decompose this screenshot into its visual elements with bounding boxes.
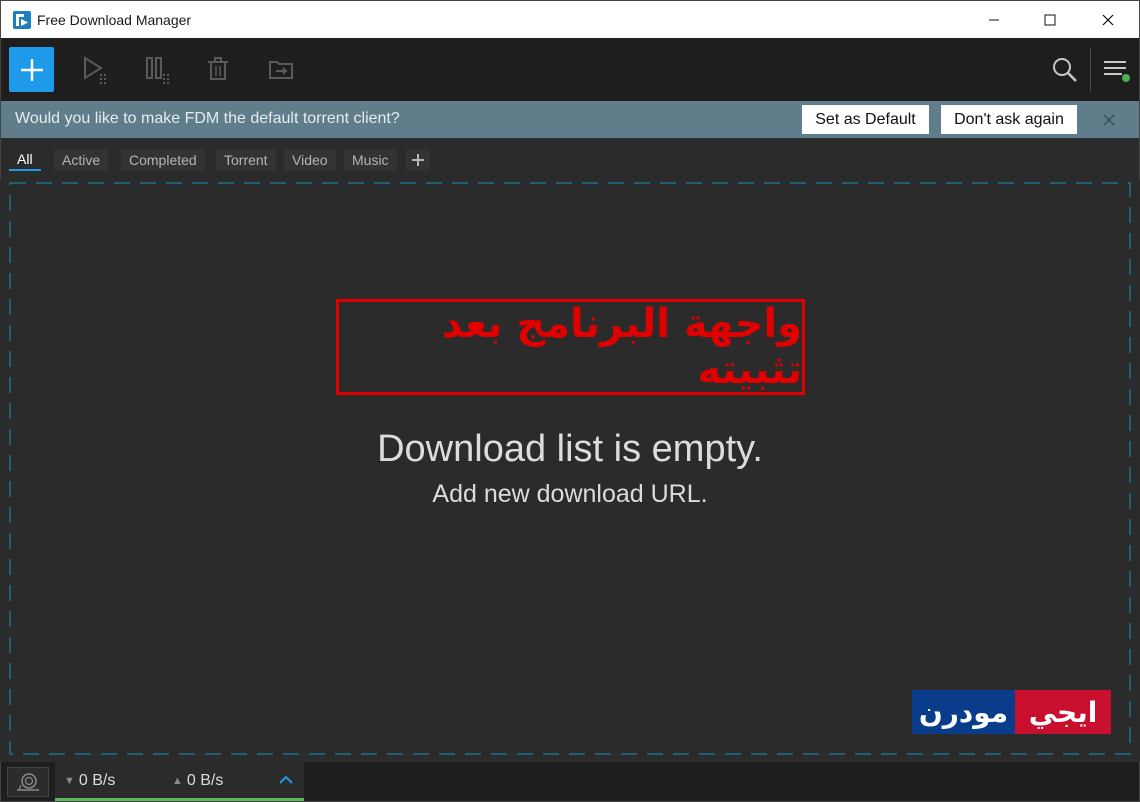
annotation-text: واجهة البرنامج بعد تثبيته — [441, 301, 802, 393]
plus-icon — [20, 58, 43, 81]
add-download-button[interactable] — [9, 47, 54, 92]
logo-left-text: مودرن — [912, 690, 1015, 734]
add-tab-button[interactable] — [406, 149, 430, 171]
search-icon[interactable] — [1050, 55, 1080, 85]
filter-tabs: All Active Completed Torrent Video Music — [0, 138, 1140, 180]
down-arrow-icon: ▼ — [64, 775, 75, 787]
plus-icon — [412, 154, 424, 166]
up-arrow-icon: ▲ — [172, 775, 183, 787]
tab-active[interactable]: Active — [54, 149, 109, 171]
notice-text: Would you like to make FDM the default t… — [15, 110, 400, 127]
download-speed: ▼ 0 B/s — [64, 772, 115, 790]
minimize-button[interactable] — [971, 1, 1017, 39]
play-icon[interactable] — [81, 55, 111, 85]
speed-panel[interactable]: ▼ 0 B/s ▲ 0 B/s — [55, 762, 304, 801]
watermark-logo: مودرن ايجي — [912, 690, 1111, 734]
folder-move-icon[interactable] — [267, 55, 297, 85]
close-icon[interactable] — [1099, 110, 1119, 130]
tab-completed[interactable]: Completed — [121, 149, 205, 171]
upload-speed-value: 0 B/s — [186, 772, 224, 789]
empty-list-subtitle: Add new download URL. — [432, 480, 708, 508]
dont-ask-again-button[interactable]: Don't ask again — [941, 105, 1077, 134]
trash-icon[interactable] — [205, 55, 235, 85]
pause-icon[interactable] — [144, 55, 174, 85]
speed-limit-button[interactable] — [7, 767, 49, 797]
title-bar: Free Download Manager — [0, 0, 1140, 38]
status-bar: ▼ 0 B/s ▲ 0 B/s — [0, 762, 1140, 802]
close-icon — [1102, 14, 1114, 26]
toolbar — [0, 38, 1140, 101]
tab-music[interactable]: Music — [344, 149, 397, 171]
maximize-button[interactable] — [1027, 1, 1073, 39]
tab-video[interactable]: Video — [284, 149, 336, 171]
minimize-icon — [989, 19, 999, 21]
snail-icon — [17, 773, 39, 791]
close-window-button[interactable] — [1085, 1, 1131, 39]
default-client-notice: Would you like to make FDM the default t… — [0, 101, 1140, 138]
download-speed-value: 0 B/s — [78, 772, 116, 789]
menu-icon[interactable] — [1102, 55, 1132, 85]
chevron-up-icon[interactable] — [277, 771, 295, 789]
set-as-default-button[interactable]: Set as Default — [802, 105, 929, 134]
logo-right-text: ايجي — [1015, 690, 1111, 734]
toolbar-divider — [1090, 47, 1091, 92]
maximize-icon — [1044, 14, 1056, 26]
tab-torrent[interactable]: Torrent — [216, 149, 276, 171]
empty-list-title: Download list is empty. — [377, 428, 763, 470]
fdm-logo-icon — [13, 11, 31, 29]
tab-all[interactable]: All — [9, 149, 41, 171]
annotation-box: واجهة البرنامج بعد تثبيته — [336, 299, 805, 395]
upload-speed: ▲ 0 B/s — [172, 772, 223, 790]
window-title: Free Download Manager — [37, 12, 192, 28]
